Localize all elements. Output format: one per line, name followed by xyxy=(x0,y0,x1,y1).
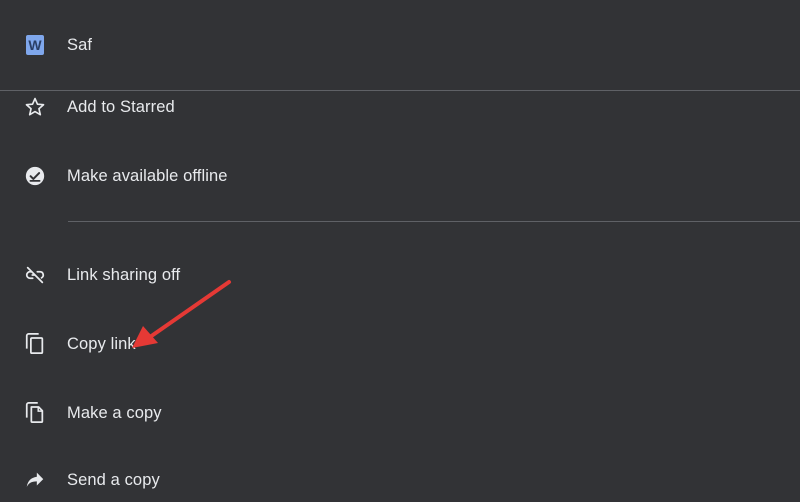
menu-item-make-a-copy[interactable]: Make a copy xyxy=(0,391,800,435)
menu-item-add-to-starred[interactable]: Add to Starred xyxy=(0,85,800,129)
star-outline-icon xyxy=(24,96,46,118)
send-icon xyxy=(24,469,46,491)
file-name: Saf xyxy=(67,35,93,54)
divider xyxy=(68,221,800,222)
menu-item-label: Make available offline xyxy=(67,166,228,185)
menu-item-copy-link[interactable]: Copy link xyxy=(0,322,800,366)
word-doc-icon: W xyxy=(24,34,46,56)
menu-item-make-available-offline[interactable]: Make available offline xyxy=(0,154,800,198)
file-copy-icon xyxy=(24,402,46,424)
file-header: W Saf xyxy=(0,23,800,67)
menu-item-label: Make a copy xyxy=(67,403,162,422)
menu-item-label: Link sharing off xyxy=(67,265,181,284)
menu-item-send-a-copy[interactable]: Send a copy xyxy=(0,458,800,502)
menu-item-link-sharing-off[interactable]: Link sharing off xyxy=(0,253,800,297)
offline-check-icon xyxy=(24,165,46,187)
bottom-sheet-menu: W Saf Add to Starred Make available offl… xyxy=(0,0,800,489)
link-off-icon xyxy=(24,264,46,286)
menu-item-label: Add to Starred xyxy=(67,97,175,116)
menu-item-label: Copy link xyxy=(67,334,136,353)
copy-icon xyxy=(24,333,46,355)
menu-item-label: Send a copy xyxy=(67,470,160,489)
